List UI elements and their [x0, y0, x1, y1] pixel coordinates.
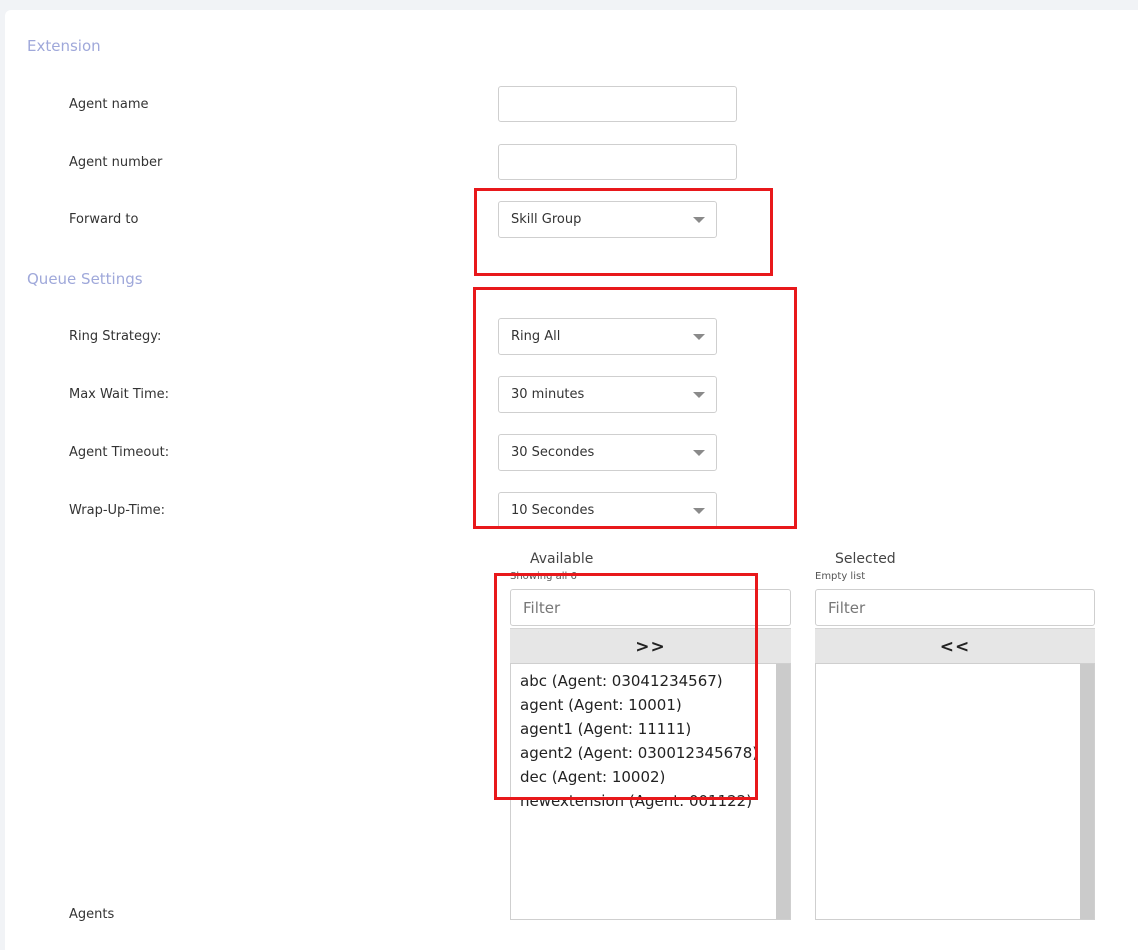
selected-listbox[interactable] — [815, 663, 1095, 920]
available-list-info: Showing all 6 — [510, 571, 577, 582]
caret-down-icon — [693, 334, 705, 340]
available-filter-input[interactable] — [510, 589, 791, 626]
selected-scrollbar[interactable] — [1080, 664, 1094, 919]
max-wait-time-label: Max Wait Time: — [69, 387, 170, 402]
caret-down-icon — [693, 450, 705, 456]
wrap-up-time-value: 10 Secondes — [511, 503, 595, 518]
forward-to-value: Skill Group — [511, 212, 582, 227]
ring-strategy-value: Ring All — [511, 329, 561, 344]
selected-list-title: Selected — [835, 551, 896, 567]
agent-timeout-value: 30 Secondes — [511, 445, 595, 460]
list-item[interactable]: abc (Agent: 03041234567) — [511, 669, 790, 693]
max-wait-time-value: 30 minutes — [511, 387, 585, 402]
selected-filter-input[interactable] — [815, 589, 1095, 626]
wrap-up-time-label: Wrap-Up-Time: — [69, 503, 165, 518]
agent-timeout-select[interactable]: 30 Secondes — [498, 434, 717, 471]
agent-number-input[interactable] — [498, 144, 737, 180]
available-options: abc (Agent: 03041234567) agent (Agent: 1… — [511, 664, 790, 813]
available-listbox[interactable]: abc (Agent: 03041234567) agent (Agent: 1… — [510, 663, 791, 920]
agent-name-input[interactable] — [498, 86, 737, 122]
agent-timeout-label: Agent Timeout: — [69, 445, 170, 460]
ring-strategy-select[interactable]: Ring All — [498, 318, 717, 355]
available-scrollbar[interactable] — [776, 664, 790, 919]
agent-name-label: Agent name — [69, 97, 149, 112]
ring-strategy-label: Ring Strategy: — [69, 329, 162, 344]
forward-to-label: Forward to — [69, 212, 139, 227]
list-item[interactable]: agent (Agent: 10001) — [511, 693, 790, 717]
selected-list-info: Empty list — [815, 571, 866, 582]
caret-down-icon — [693, 508, 705, 514]
max-wait-time-select[interactable]: 30 minutes — [498, 376, 717, 413]
list-item[interactable]: newextension (Agent: 001122) — [511, 789, 790, 813]
agents-label: Agents — [69, 907, 115, 922]
caret-down-icon — [693, 392, 705, 398]
available-list-title: Available — [530, 551, 594, 567]
section-heading-queue-settings: Queue Settings — [27, 270, 143, 288]
forward-to-select[interactable]: Skill Group — [498, 201, 717, 238]
move-all-right-button[interactable]: >> — [510, 628, 791, 664]
caret-down-icon — [693, 217, 705, 223]
wrap-up-time-select[interactable]: 10 Secondes — [498, 492, 717, 529]
move-all-left-button[interactable]: << — [815, 628, 1095, 664]
list-item[interactable]: agent1 (Agent: 11111) — [511, 717, 790, 741]
list-item[interactable]: agent2 (Agent: 030012345678) — [511, 741, 790, 765]
agent-number-label: Agent number — [69, 155, 163, 170]
section-heading-extension: Extension — [27, 37, 101, 55]
list-item[interactable]: dec (Agent: 10002) — [511, 765, 790, 789]
